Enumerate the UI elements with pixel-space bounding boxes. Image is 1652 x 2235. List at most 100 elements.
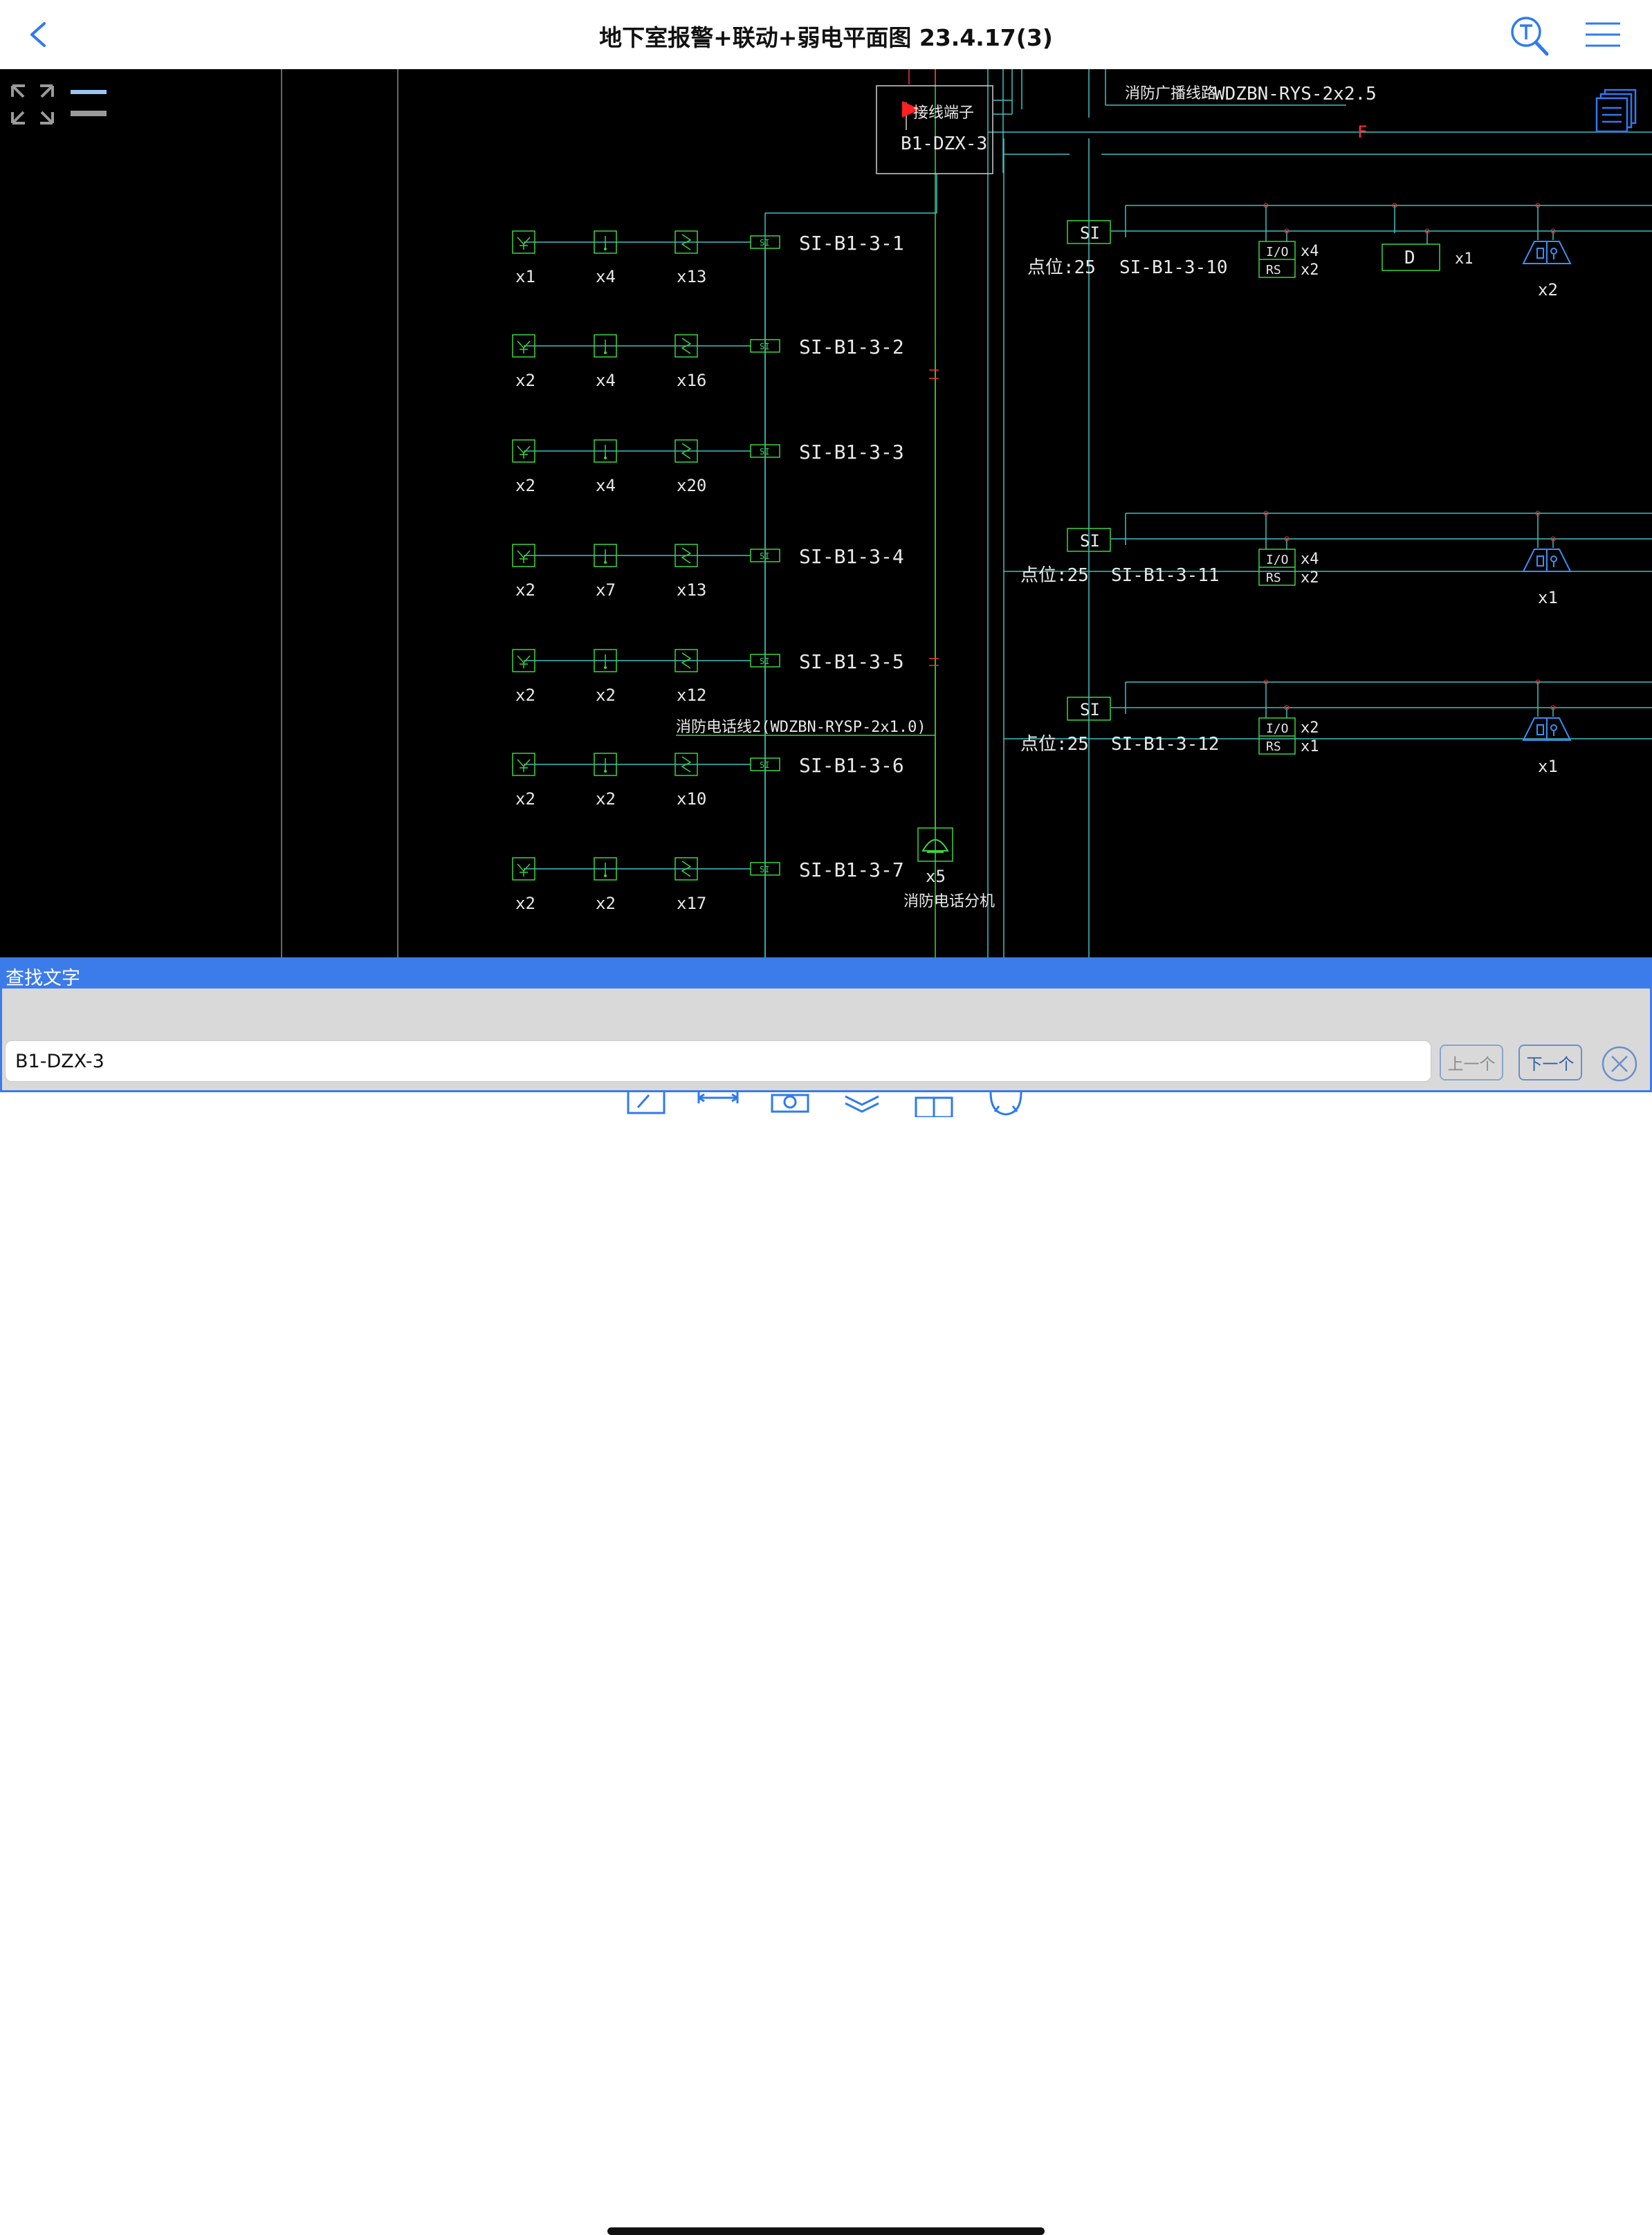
smoke-detector-count: x13 — [677, 267, 706, 286]
sound-light-alarm-icon — [1523, 717, 1571, 741]
sound-light-alarm-icon — [1523, 549, 1571, 572]
layers-icon[interactable] — [840, 1092, 884, 1117]
io-count: x4 — [1301, 551, 1319, 568]
phone-extension[interactable]: x5 消防电话分机 — [903, 827, 995, 910]
cad-drawing-canvas[interactable]: F 接线端子 B1-DZX-3 消防广播线路 WDZBN-RYS-2x2.5 S… — [0, 69, 1652, 957]
smoke-detector-count: x13 — [677, 580, 706, 600]
fire-line-marker: F — [1357, 122, 1367, 142]
si-module-label: SI — [760, 865, 769, 874]
loop-name: SI-B1-3-4 — [799, 545, 904, 568]
detector-count: x1 — [515, 267, 535, 286]
loop-name: SI-B1-3-5 — [799, 650, 904, 673]
loop-row-4[interactable]: SI SI-B1-3-4 x2 x7 x13 — [512, 544, 904, 600]
right-loop-2[interactable]: SI 点位:25 SI-B1-3-11 I/O RS x4 x2 x1 — [1020, 511, 1652, 607]
find-text-title: 查找文字 — [6, 968, 80, 989]
points-label: 点位:25 — [1020, 734, 1089, 755]
manual-alarm-count: x7 — [596, 580, 616, 600]
smoke-detector-count: x20 — [677, 476, 706, 495]
loop-name: SI-B1-3-7 — [799, 858, 904, 881]
sound-light-alarm-icon — [1523, 241, 1571, 264]
phone-line-label: 消防电话线2(WDZBN-RYSP-2x1.0) — [676, 719, 926, 736]
fit-screen-icon[interactable] — [11, 84, 54, 125]
loop-name: SI-B1-3-6 — [799, 754, 904, 777]
bottom-toolbar — [0, 1092, 1652, 2235]
home-indicator — [607, 2227, 1045, 2235]
manual-alarm-count: x2 — [596, 894, 616, 913]
next-result-button[interactable]: 下一个 — [1518, 1045, 1582, 1080]
rs-count: x1 — [1301, 738, 1319, 755]
si-module-label: SI — [760, 447, 769, 457]
search-input[interactable] — [5, 1040, 1431, 1082]
io-module-label: I/O — [1266, 553, 1289, 567]
detector-count: x2 — [515, 789, 535, 809]
smoke-detector-count: x10 — [677, 789, 706, 809]
right-loop-1[interactable]: SI 点位:25 SI-B1-3-10 I/O RS x4 x2 D x1 x2 — [1027, 203, 1652, 300]
previous-result-button[interactable]: 上一个 — [1440, 1045, 1503, 1080]
layer-toggle-icon[interactable] — [71, 90, 107, 116]
loop-row-6[interactable]: SI SI-B1-3-6 x2 x2 x10 — [512, 753, 904, 809]
rs-module-label: RS — [1266, 263, 1281, 277]
si-module-label: SI — [760, 551, 769, 561]
detector-count: x2 — [515, 476, 535, 495]
loop-row-1[interactable]: SI SI-B1-3-1 x1 x4 x13 — [512, 230, 904, 286]
close-search-icon[interactable] — [1600, 1045, 1639, 1083]
broadcast-line-label: 消防广播线路 — [1125, 85, 1216, 102]
manual-alarm-count: x4 — [596, 267, 616, 286]
alarm-count: x1 — [1538, 757, 1558, 776]
rs-count: x2 — [1301, 569, 1319, 587]
si-module-label: SI — [760, 656, 769, 666]
smoke-detector-count: x12 — [677, 686, 706, 705]
text-search-icon[interactable] — [1505, 12, 1554, 57]
layout-list-icon[interactable] — [1595, 89, 1637, 133]
si-module-label: SI — [1080, 700, 1100, 719]
junction-box-id: B1-DZX-3 — [901, 134, 987, 154]
si-module-label: SI — [760, 760, 769, 770]
io-module-label: I/O — [1266, 245, 1289, 259]
junction-box[interactable]: 接线端子 B1-DZX-3 — [876, 85, 993, 174]
loop-name: SI-B1-3-11 — [1111, 565, 1220, 586]
si-module-label: SI — [1080, 223, 1100, 243]
d-count: x1 — [1455, 250, 1474, 268]
loop-name: SI-B1-3-10 — [1119, 257, 1228, 278]
layout-icon[interactable] — [912, 1092, 956, 1117]
manual-alarm-count: x4 — [596, 371, 616, 390]
manual-alarm-count: x2 — [596, 686, 616, 705]
rs-count: x2 — [1301, 261, 1319, 279]
manual-alarm-count: x2 — [596, 789, 616, 809]
loop-name: SI-B1-3-2 — [799, 335, 904, 358]
right-loop-3[interactable]: SI 点位:25 SI-B1-3-12 I/O RS x2 x1 x1 — [1020, 679, 1652, 776]
smoke-detector-count: x17 — [677, 894, 706, 913]
loop-row-7[interactable]: SI SI-B1-3-7 x2 x2 x17 — [512, 857, 904, 913]
io-count: x2 — [1301, 719, 1319, 737]
alarm-count: x2 — [1538, 280, 1558, 300]
detector-count: x2 — [515, 894, 535, 913]
detector-count: x2 — [515, 580, 535, 600]
io-count: x4 — [1301, 243, 1319, 260]
document-title: 地下室报警+联动+弱电平面图 23.4.17(3) — [599, 24, 1053, 51]
si-module-label: SI — [1080, 531, 1100, 551]
top-bar: 地下室报警+联动+弱电平面图 23.4.17(3) — [0, 0, 1652, 70]
loop-row-3[interactable]: SI SI-B1-3-3 x2 x4 x20 — [512, 439, 904, 495]
phone-extension-count: x5 — [926, 867, 946, 886]
broadcast-line-cable: WDZBN-RYS-2x2.5 — [1214, 84, 1377, 104]
junction-box-title: 接线端子 — [913, 104, 974, 122]
loop-name: SI-B1-3-1 — [799, 232, 904, 255]
d-module-label: D — [1404, 248, 1415, 268]
annotate-pencil-icon[interactable] — [624, 1092, 668, 1117]
phone-extension-label: 消防电话分机 — [903, 893, 995, 910]
settings-gear-icon[interactable] — [984, 1092, 1028, 1117]
menu-icon[interactable] — [1579, 12, 1627, 57]
smoke-detector-count: x16 — [677, 371, 706, 390]
loop-name: SI-B1-3-3 — [799, 441, 904, 463]
si-module-label: SI — [760, 342, 769, 351]
loop-row-2[interactable]: SI SI-B1-3-2 x2 x4 x16 — [512, 334, 904, 390]
measure-icon[interactable] — [696, 1092, 740, 1117]
find-text-panel: 查找文字 上一个 下一个 — [0, 957, 1652, 1092]
loop-row-5[interactable]: SI SI-B1-3-5 x2 x2 x12 — [512, 649, 904, 705]
camera-icon[interactable] — [768, 1092, 812, 1117]
loop-name: SI-B1-3-12 — [1111, 734, 1220, 755]
manual-alarm-count: x4 — [596, 476, 616, 495]
points-label: 点位:25 — [1020, 565, 1089, 586]
points-label: 点位:25 — [1027, 257, 1096, 278]
alarm-count: x1 — [1538, 588, 1558, 607]
